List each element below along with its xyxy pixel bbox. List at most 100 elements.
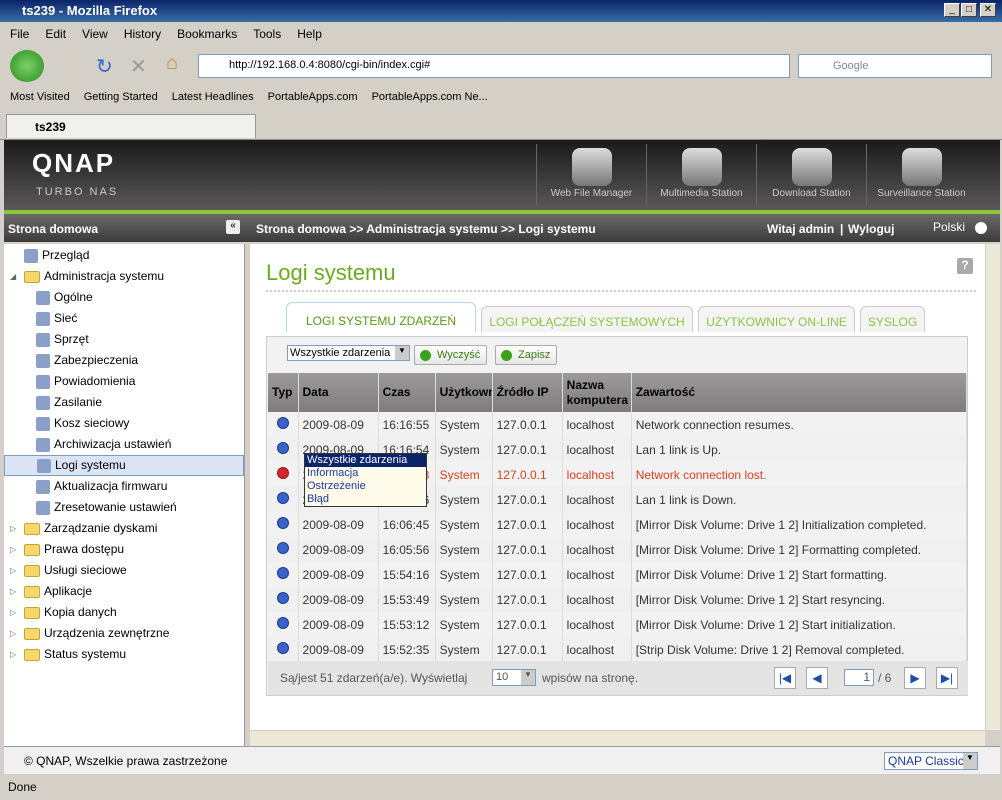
collapsed-icon[interactable]: ▷ (10, 644, 20, 665)
column-header[interactable]: Typ (268, 373, 299, 412)
sidebar-item[interactable]: Logi systemu (4, 455, 244, 476)
save-button[interactable]: Zapisz (495, 345, 558, 365)
cell: [Mirror Disk Volume: Drive 1 2] Start fo… (631, 562, 968, 587)
column-header[interactable]: Data (298, 373, 379, 412)
qnap-logo: QNAP (32, 148, 116, 178)
table-row[interactable]: 2009-08-09 16:05:56 System 127.0.0.1 localho… (268, 537, 968, 562)
home-icon[interactable]: ⌂ (166, 52, 178, 75)
sidebar-item[interactable]: Archiwizacja ustawień (4, 434, 244, 455)
bookmark-item[interactable]: PortableApps.com (268, 91, 358, 105)
chevron-down-icon[interactable] (975, 222, 987, 234)
bookmark-item[interactable]: Latest Headlines (172, 91, 254, 105)
tab-connection-logs[interactable]: LOGI POŁĄCZEŃ SYSTEMOWYCH (481, 306, 693, 332)
bookmark-item[interactable]: Getting Started (84, 91, 158, 105)
sidebar-item[interactable]: Ogólne (4, 287, 244, 308)
vertical-scrollbar[interactable] (985, 244, 1000, 730)
sidebar-item[interactable]: Powiadomienia (4, 371, 244, 392)
bookmark-item[interactable]: Most Visited (10, 91, 70, 105)
minimize-button[interactable]: _ (944, 3, 960, 17)
dropdown-option[interactable]: Ostrzeżenie (305, 480, 426, 493)
app-surveillance-station[interactable]: Surveillance Station (866, 144, 976, 206)
sidebar-item[interactable]: ▷ Urządzenia zewnętrzne (4, 623, 244, 644)
column-header[interactable]: Użytkownik (435, 373, 493, 412)
table-row[interactable]: 2009-08-09 15:53:12 System 127.0.0.1 localho… (268, 612, 968, 637)
collapsed-icon[interactable]: ▷ (10, 623, 20, 644)
browser-tab[interactable]: ts239 (6, 114, 256, 138)
table-row[interactable]: 2009-08-09 16:06:45 System 127.0.0.1 localho… (268, 512, 968, 537)
logout-link[interactable]: Wyloguj (848, 222, 894, 236)
cell: 2009-08-09 (298, 412, 379, 437)
menu-file[interactable]: File (10, 27, 29, 41)
sidebar-item-label: Przegląd (42, 248, 90, 262)
table-row[interactable]: 2009-08-09 16:16:55 System 127.0.0.1 localho… (268, 412, 968, 437)
back-button[interactable] (10, 50, 44, 82)
dropdown-option[interactable]: Błąd (305, 493, 426, 506)
column-header[interactable]: Źródło IP (492, 373, 563, 412)
sidebar-item[interactable]: Zabezpieczenia (4, 350, 244, 371)
sidebar-item[interactable]: ◢ Administracja systemu (4, 266, 244, 287)
clear-button[interactable]: Wyczyść (414, 345, 488, 365)
sidebar-item[interactable]: Zresetowanie ustawień (4, 497, 244, 518)
app-web-file-manager[interactable]: Web File Manager (536, 144, 646, 206)
collapse-sidebar-button[interactable]: « (226, 220, 240, 234)
table-row[interactable]: 2009-08-09 15:52:35 System 127.0.0.1 localho… (268, 637, 968, 662)
collapsed-icon[interactable]: ▷ (10, 539, 20, 560)
theme-select[interactable]: QNAP Classic ▼ (884, 752, 978, 770)
last-page-button[interactable]: ▶| (936, 667, 958, 689)
column-header[interactable]: Nazwa komputera (562, 373, 632, 412)
table-row[interactable]: 2009-08-09 15:53:49 System 127.0.0.1 localho… (268, 587, 968, 612)
prev-page-button[interactable]: ◀ (806, 667, 828, 689)
collapsed-icon[interactable]: ▷ (10, 518, 20, 539)
expanded-icon[interactable]: ◢ (10, 266, 20, 287)
stop-icon[interactable]: ✕ (130, 54, 147, 79)
sidebar-item[interactable]: Przegląd (4, 245, 244, 266)
page-input[interactable]: 1 (844, 669, 874, 686)
per-page-select[interactable]: 10 ▼ (492, 669, 536, 686)
sidebar-item[interactable]: ▷ Zarządzanie dyskami (4, 518, 244, 539)
next-page-button[interactable]: ▶ (904, 667, 926, 689)
sidebar-item[interactable]: Zasilanie (4, 392, 244, 413)
sidebar-item[interactable]: ▷ Status systemu (4, 644, 244, 665)
sidebar-item[interactable]: ▷ Aplikacje (4, 581, 244, 602)
column-header[interactable]: Czas (378, 373, 436, 412)
chevron-down-icon[interactable]: ▼ (395, 346, 409, 360)
menu-help[interactable]: Help (297, 27, 322, 41)
bookmark-item[interactable]: PortableApps.com Ne... (372, 91, 488, 105)
menu-bookmarks[interactable]: Bookmarks (177, 27, 237, 41)
collapsed-icon[interactable]: ▷ (10, 560, 20, 581)
sidebar-item[interactable]: Sprzęt (4, 329, 244, 350)
first-page-button[interactable]: |◀ (774, 667, 796, 689)
cell: [Mirror Disk Volume: Drive 1 2] Start in… (631, 612, 968, 637)
column-header[interactable]: Zawartość (631, 373, 968, 412)
menu-edit[interactable]: Edit (45, 27, 66, 41)
tab-syslog[interactable]: SYSLOG (860, 306, 925, 332)
sidebar-item[interactable]: ▷ Prawa dostępu (4, 539, 244, 560)
tab-online-users[interactable]: UŻYTKOWNICY ON-LINE (698, 306, 855, 332)
collapsed-icon[interactable]: ▷ (10, 581, 20, 602)
sidebar-item[interactable]: ▷ Usługi sieciowe (4, 560, 244, 581)
language-select[interactable]: Polski (933, 220, 965, 234)
sidebar-item[interactable]: Kosz sieciowy (4, 413, 244, 434)
app-download-station[interactable]: Download Station (756, 144, 866, 206)
menu-tools[interactable]: Tools (253, 27, 281, 41)
sidebar-item[interactable]: ▷ Kopia danych (4, 602, 244, 623)
reload-icon[interactable]: ↻ (96, 54, 113, 79)
sidebar-item[interactable]: Aktualizacja firmwaru (4, 476, 244, 497)
menu-history[interactable]: History (124, 27, 161, 41)
app-multimedia-station[interactable]: Multimedia Station (646, 144, 756, 206)
tab-event-logs[interactable]: LOGI SYSTEMU ZDARZEŃ (286, 302, 476, 332)
help-icon[interactable]: ? (957, 258, 973, 274)
maximize-button[interactable]: □ (961, 3, 977, 17)
dropdown-option[interactable]: Wszystkie zdarzenia (305, 454, 426, 467)
search-input[interactable]: Google (798, 54, 992, 78)
collapsed-icon[interactable]: ▷ (10, 602, 20, 623)
url-bar[interactable]: http://192.168.0.4:8080/cgi-bin/index.cg… (198, 54, 790, 78)
horizontal-scrollbar[interactable] (250, 730, 985, 746)
dropdown-option[interactable]: Informacja (305, 467, 426, 480)
home-link[interactable]: Strona domowa (8, 222, 98, 236)
sidebar-item[interactable]: Sieć (4, 308, 244, 329)
table-row[interactable]: 2009-08-09 15:54:16 System 127.0.0.1 localho… (268, 562, 968, 587)
close-button[interactable]: ✕ (980, 3, 996, 17)
event-filter-select[interactable]: Wszystkie zdarzenia ▼ (287, 345, 410, 361)
menu-view[interactable]: View (82, 27, 108, 41)
